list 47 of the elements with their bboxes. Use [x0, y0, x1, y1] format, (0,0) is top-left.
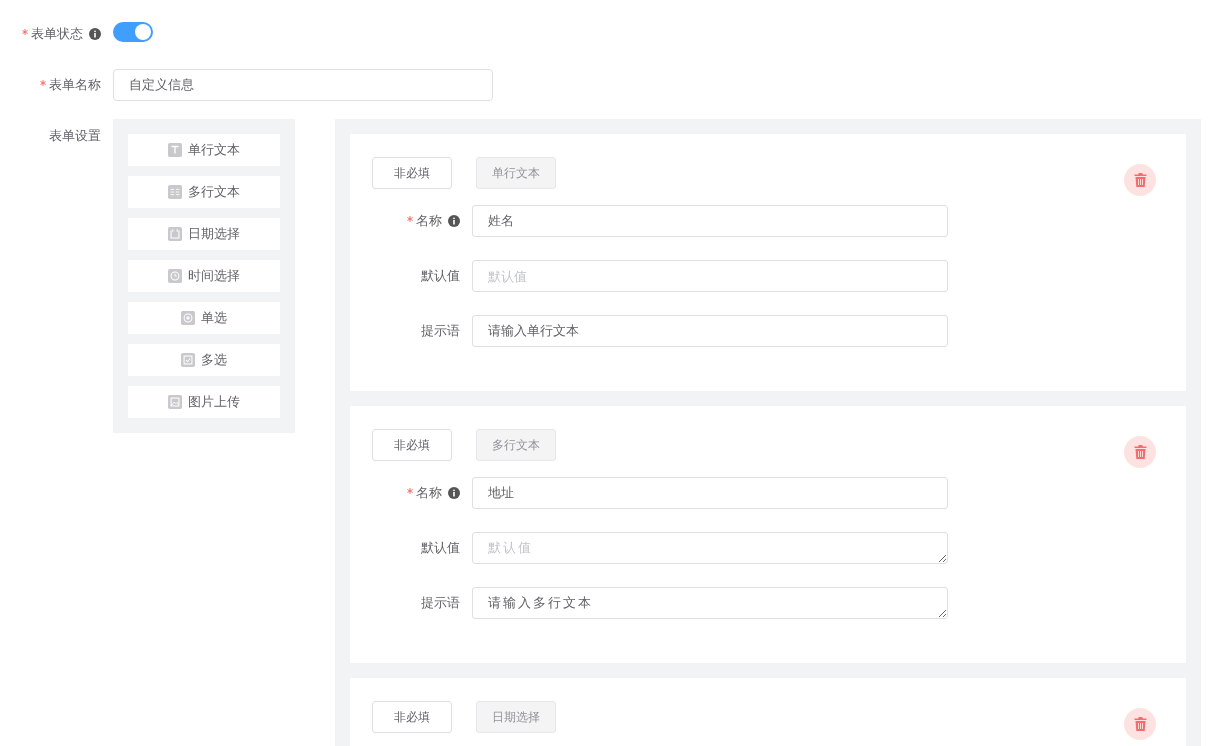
field-label: 提示语 — [421, 322, 460, 340]
info-icon — [448, 487, 460, 499]
text-input[interactable]: 姓名 — [472, 205, 948, 237]
field-label: 默认值 — [421, 267, 460, 285]
calendar-icon — [168, 227, 182, 241]
checkbox-icon — [181, 353, 195, 367]
palette-item[interactable]: 时间选择 — [128, 260, 280, 292]
status-toggle[interactable] — [113, 22, 153, 42]
info-icon — [89, 27, 101, 40]
field-label: 表单名称 — [49, 76, 101, 94]
palette-item[interactable]: 图片上传 — [128, 386, 280, 418]
form-name-input[interactable]: 自定义信息 — [113, 69, 493, 101]
delete-button[interactable] — [1124, 164, 1156, 196]
delete-button[interactable] — [1124, 708, 1156, 740]
clock-icon — [168, 269, 182, 283]
required-toggle-button[interactable]: 非必填 — [372, 701, 452, 733]
palette-item[interactable]: 单选 — [128, 302, 280, 334]
required-asterisk-icon — [40, 80, 46, 86]
required-asterisk-icon — [407, 216, 413, 222]
text-area[interactable]: 请输入多行文本 — [472, 587, 948, 619]
text-input[interactable]: 请输入单行文本 — [472, 315, 948, 347]
text-input[interactable]: 地址 — [472, 477, 948, 509]
text-input[interactable]: 默认值 — [472, 260, 948, 292]
delete-button[interactable] — [1124, 436, 1156, 468]
palette-item[interactable]: 单行文本 — [128, 134, 280, 166]
required-asterisk-icon — [22, 28, 28, 35]
field-label: 名称 — [416, 484, 442, 502]
required-toggle-button[interactable]: 非必填 — [372, 157, 452, 189]
palette-item[interactable]: 多行文本 — [128, 176, 280, 208]
field-label: 表单设置 — [49, 127, 101, 145]
palette-item[interactable]: 多选 — [128, 344, 280, 376]
trash-icon — [1133, 445, 1147, 459]
palette-item[interactable]: 日期选择 — [128, 218, 280, 250]
trash-icon — [1133, 717, 1147, 731]
field-label: 表单状态 — [31, 24, 83, 43]
radio-icon — [181, 311, 195, 325]
trash-icon — [1133, 173, 1147, 187]
text-icon — [168, 143, 182, 157]
text-area[interactable]: 默认值 — [472, 532, 948, 564]
required-asterisk-icon — [407, 488, 413, 494]
field-label: 默认值 — [421, 539, 460, 557]
image-icon — [168, 395, 182, 409]
required-toggle-button[interactable]: 非必填 — [372, 429, 452, 461]
field-label: 提示语 — [421, 594, 460, 612]
text-lines-icon — [168, 185, 182, 199]
info-icon — [448, 215, 460, 227]
field-label: 名称 — [416, 212, 442, 230]
